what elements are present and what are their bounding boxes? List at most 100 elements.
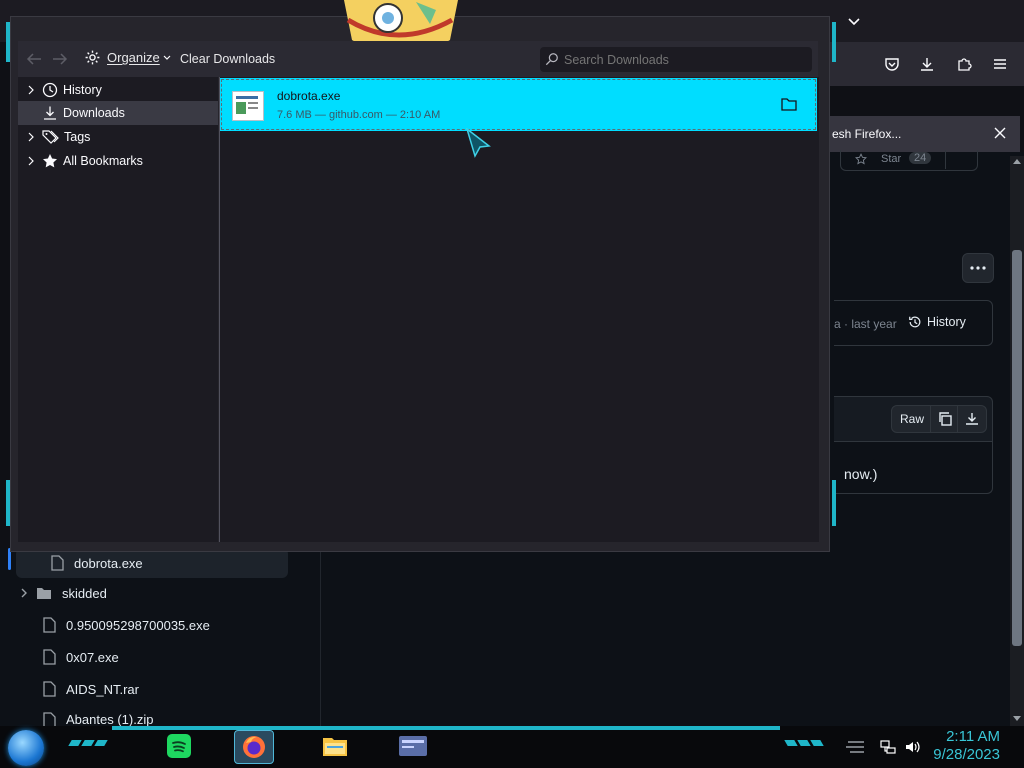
volume-tray-icon[interactable] [904,739,922,760]
downloads-list [219,77,819,542]
copy-button[interactable] [930,405,960,433]
download-icon [44,106,56,120]
taskbar-decoration-left [68,740,114,748]
expand-twisty[interactable] [28,85,38,95]
tree-item-label: Abantes (1).zip [66,712,154,727]
scroll-up-icon [1013,159,1021,164]
scroll-down-icon [1013,716,1021,721]
network-tray-icon[interactable] [880,739,896,760]
window-frame-accent [832,480,836,526]
gear-icon [85,50,100,65]
pocket-button[interactable] [880,52,904,76]
taskbar-accent-strip [112,726,780,730]
expand-twisty[interactable] [28,156,38,166]
mouse-cursor [464,126,492,163]
tree-item-file[interactable]: 0x07.exe [0,642,290,672]
puzzle-icon [958,58,972,71]
taskbar-app-window[interactable] [394,730,432,762]
downloads-button[interactable] [915,52,939,76]
history-link[interactable]: History [908,315,966,329]
stripes-icon [846,741,864,753]
star-outline-icon [855,153,867,165]
show-in-folder-button[interactable] [781,97,797,116]
refresh-notification-bar: esh Firefox... [820,116,1020,152]
sidebar-item-downloads[interactable]: Downloads [18,101,218,125]
list-all-tabs-button[interactable] [846,13,862,34]
raw-button[interactable]: Raw [891,405,933,433]
sidebar-item-label: Downloads [63,106,125,120]
tree-item-label: 0x07.exe [66,649,119,665]
file-content: now.) [834,440,993,494]
tree-item-label: AIDS_NT.rar [66,681,139,697]
start-button[interactable] [8,730,44,766]
repo-file-tree: dobrota.exe skidded 0.950095298700035.ex… [0,548,321,728]
star-icon [43,154,57,168]
spotify-icon [167,734,191,758]
history-icon [909,316,921,328]
close-icon[interactable] [993,126,1007,140]
back-button[interactable] [26,52,42,71]
download-item[interactable]: dobrota.exe 7.6 MB — github.com — 2:10 A… [220,78,817,131]
taskbar-app-spotify[interactable] [160,730,198,762]
clear-downloads-button[interactable]: Clear Downloads [180,52,275,66]
tree-item-file[interactable]: 0.950095298700035.exe [0,610,290,640]
hamburger-icon [994,59,1006,69]
app-menu-button[interactable] [988,52,1012,76]
show-hidden-icons-button[interactable] [845,740,867,759]
search-input[interactable] [562,49,806,71]
notification-text: esh Firefox... [832,127,902,141]
folder-icon [781,98,797,111]
scrollbar-thumb[interactable] [1012,250,1022,646]
sidebar-item-history[interactable]: History [18,78,218,102]
taskbar-app-file-explorer[interactable] [316,730,354,762]
tray-clock[interactable]: 2:11 AM 9/28/2023 [930,728,1000,764]
code-view-area [321,548,1010,726]
expand-twisty[interactable] [28,132,38,142]
clock-date: 9/28/2023 [933,746,1000,763]
organize-button[interactable]: Organize [84,49,171,66]
download-raw-button[interactable] [957,405,987,433]
taskbar [0,726,1024,768]
kebab-horizontal-icon [970,266,986,270]
firefox-icon [243,736,265,758]
clock-icon [42,82,58,98]
clock-time: 2:11 AM [946,728,1000,745]
latest-commit-bar: a · last year History [834,300,993,346]
file-explorer-icon [323,738,347,756]
file-icon [43,681,56,697]
more-options-button[interactable] [962,253,994,283]
sidebar-item-all-bookmarks[interactable]: All Bookmarks [18,149,218,173]
chevron-right-icon [28,85,34,95]
cursor-arrow-icon [465,126,491,158]
taskbar-app-firefox[interactable] [234,730,274,764]
download-icon [921,58,933,71]
commit-time: a · last year [834,317,897,331]
forward-button[interactable] [52,52,68,71]
star-button[interactable]: Star 24 [840,150,978,171]
copy-icon [939,412,952,426]
network-icon [880,740,896,754]
chevron-down-icon [848,18,860,26]
organize-label: Organize [107,50,160,65]
chevron-right-icon [28,132,34,142]
tree-item-label: skidded [62,585,107,601]
arrow-left-icon [26,53,41,65]
star-label: Star [881,153,902,165]
download-details: 7.6 MB — github.com — 2:10 AM [277,109,441,121]
chevron-right-icon [21,588,27,598]
tree-item-file[interactable]: dobrota.exe [16,548,288,578]
tree-item-file[interactable]: AIDS_NT.rar [0,674,290,704]
file-icon [43,649,56,665]
file-icon [51,555,64,571]
window-frame-accent [6,22,10,62]
sidebar-item-label: Tags [64,130,91,144]
extensions-button[interactable] [952,52,976,76]
search-downloads-field[interactable] [540,47,812,72]
sidebar-item-tags[interactable]: Tags [18,125,218,149]
divider [945,150,946,169]
exe-file-icon [232,91,264,121]
tree-item-folder[interactable]: skidded [0,578,290,608]
history-label: History [927,315,966,329]
search-icon [545,53,558,66]
tree-item-label: 0.950095298700035.exe [66,617,210,633]
